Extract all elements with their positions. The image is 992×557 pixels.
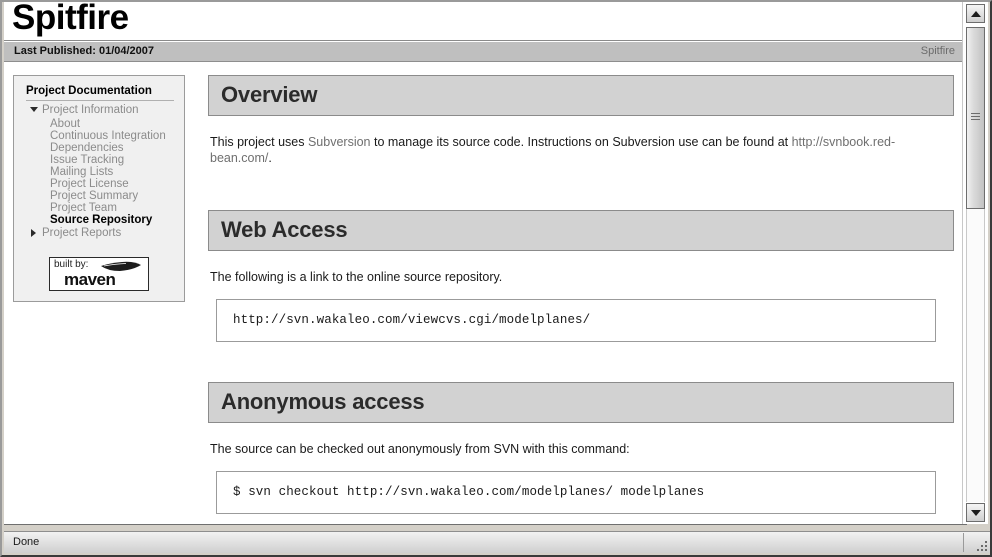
triangle-down-icon[interactable] xyxy=(30,107,38,112)
sidebar-sublist-project-information: About Continuous Integration Dependencie… xyxy=(28,118,184,226)
overview-paragraph: This project uses Subversion to manage i… xyxy=(208,134,954,166)
section-title-overview: Overview xyxy=(208,75,954,116)
main-content: Overview This project uses Subversion to… xyxy=(208,75,954,514)
sidebar-section-project-information: Project Information About Continuous Int… xyxy=(14,103,184,226)
sidebar-item-project-information[interactable]: Project Information xyxy=(28,103,184,118)
page-viewport: Spitfire Last Published: 01/04/2007 Spit… xyxy=(4,2,967,525)
overview-text-prefix: This project uses xyxy=(210,135,308,149)
status-bar: Done xyxy=(4,531,990,553)
anonymous-access-code-block: $ svn checkout http://svn.wakaleo.com/mo… xyxy=(216,471,936,514)
site-title: Spitfire xyxy=(12,2,129,37)
sidebar-heading: Project Documentation xyxy=(26,85,174,101)
page-body: Project Documentation Project Informatio… xyxy=(4,62,967,524)
maven-builtby-label: built by: xyxy=(54,259,89,270)
maven-logo[interactable]: built by: maven xyxy=(49,257,149,291)
scrollbar-thumb[interactable] xyxy=(966,27,985,209)
sidebar-item-project-team[interactable]: Project Team xyxy=(50,202,168,214)
breadcrumb: Last Published: 01/04/2007 Spitfire xyxy=(4,41,967,62)
overview-text-middle: to manage its source code. Instructions … xyxy=(370,135,792,149)
scrollbar-track[interactable] xyxy=(966,209,985,502)
sidebar-item-mailing-lists[interactable]: Mailing Lists xyxy=(50,166,168,178)
overview-text-suffix: . xyxy=(268,151,272,165)
sidebar-navigation: Project Documentation Project Informatio… xyxy=(13,75,185,302)
sidebar-item-project-license[interactable]: Project License xyxy=(50,178,168,190)
resize-grip-icon[interactable] xyxy=(973,537,987,551)
anonymous-access-paragraph: The source can be checked out anonymousl… xyxy=(210,442,630,456)
breadcrumb-project-name: Spitfire xyxy=(920,45,955,57)
sidebar-item-label: Project Information xyxy=(42,104,139,116)
sidebar-item-issue-tracking[interactable]: Issue Tracking xyxy=(50,154,168,166)
sidebar-item-label: Project Reports xyxy=(42,227,122,239)
subversion-link[interactable]: Subversion xyxy=(308,135,371,149)
status-divider xyxy=(963,533,964,552)
chevron-up-icon xyxy=(970,10,981,17)
status-text: Done xyxy=(13,536,40,548)
section-title-anonymous-access: Anonymous access xyxy=(208,382,954,423)
sidebar-item-about[interactable]: About xyxy=(50,118,168,130)
sidebar-item-continuous-integration[interactable]: Continuous Integration xyxy=(50,130,168,142)
scrollbar-grip-icon xyxy=(971,113,980,122)
scroll-up-button[interactable] xyxy=(966,4,985,23)
sidebar-item-source-repository[interactable]: Source Repository xyxy=(50,214,168,226)
chevron-down-icon xyxy=(970,509,981,516)
web-access-code-block: http://svn.wakaleo.com/viewcvs.cgi/model… xyxy=(216,299,936,342)
triangle-right-icon[interactable] xyxy=(31,229,36,237)
maven-wordmark: maven xyxy=(64,270,116,289)
sidebar-item-dependencies[interactable]: Dependencies xyxy=(50,142,168,154)
last-published-label: Last Published: 01/04/2007 xyxy=(14,45,155,57)
section-title-web-access: Web Access xyxy=(208,210,954,251)
sidebar-section-project-reports: Project Reports xyxy=(14,226,184,241)
sidebar-item-project-summary[interactable]: Project Summary xyxy=(50,190,168,202)
browser-window: Spitfire Last Published: 01/04/2007 Spit… xyxy=(0,0,992,557)
site-banner: Spitfire xyxy=(4,2,967,41)
vertical-scrollbar[interactable] xyxy=(962,2,988,524)
web-access-paragraph: The following is a link to the online so… xyxy=(210,270,503,284)
sidebar-item-project-reports[interactable]: Project Reports xyxy=(28,226,184,241)
scroll-down-button[interactable] xyxy=(966,503,985,522)
